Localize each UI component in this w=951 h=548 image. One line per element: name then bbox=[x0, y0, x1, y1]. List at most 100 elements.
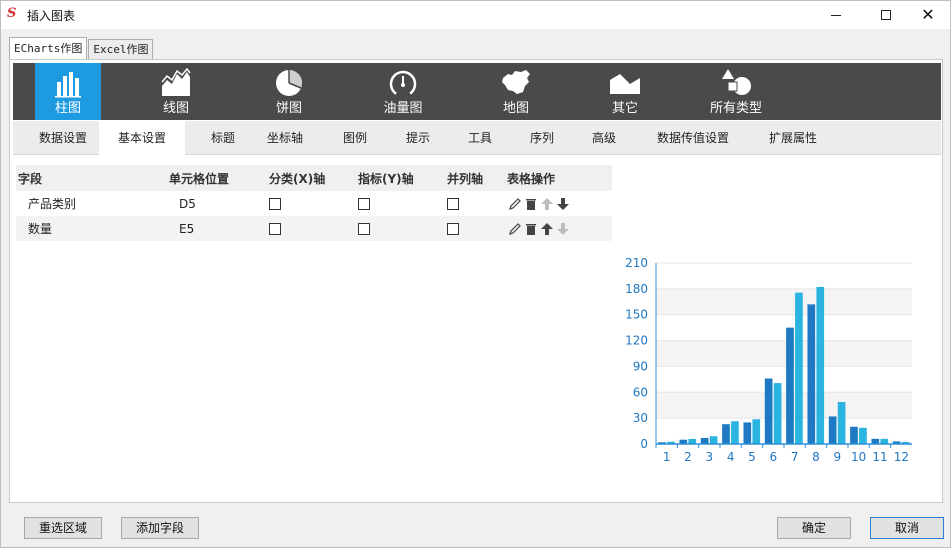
chart-type-label: 油量图 bbox=[383, 101, 423, 116]
dialog-content: ECharts作图 Excel作图 柱图 线图 饼图 油量图 地图 其它 所有类… bbox=[9, 37, 943, 503]
bar-chart: 03060901201501802101 2 3 4 5 6 7 8 9 10 11 12 bbox=[625, 256, 912, 464]
chart-type-bar[interactable]: 柱图 bbox=[35, 63, 101, 120]
bar bbox=[709, 436, 718, 444]
tab-series[interactable]: 序列 bbox=[520, 121, 564, 155]
y-axis-checkbox[interactable] bbox=[358, 197, 370, 210]
minimize-icon bbox=[831, 14, 841, 16]
y-tick-label: 90 bbox=[633, 359, 648, 373]
title-bar: S 插入图表 ✕ bbox=[1, 1, 950, 29]
grid-band bbox=[656, 392, 912, 419]
maximize-button[interactable] bbox=[863, 1, 909, 29]
chart-type-line[interactable]: 线图 bbox=[143, 63, 209, 120]
delete-icon[interactable] bbox=[524, 197, 538, 211]
bar bbox=[816, 286, 825, 444]
bar bbox=[752, 419, 761, 444]
settings-panel: 柱图 线图 饼图 油量图 地图 其它 所有类型 数据设置 基本设置 标题 坐标轴… bbox=[9, 59, 943, 503]
add-field-button[interactable]: 添加字段 bbox=[121, 517, 199, 539]
area-icon bbox=[610, 74, 640, 94]
grid-band bbox=[656, 288, 912, 315]
line-chart-icon bbox=[161, 68, 191, 96]
delete-icon[interactable] bbox=[524, 222, 538, 236]
tab-advanced[interactable]: 高级 bbox=[582, 121, 626, 155]
bar bbox=[850, 426, 858, 444]
reselect-range-button[interactable]: 重选区域 bbox=[24, 517, 102, 539]
field-name: 产品类别 bbox=[28, 197, 77, 211]
edit-icon[interactable] bbox=[508, 222, 522, 236]
ok-button[interactable]: 确定 bbox=[777, 517, 851, 539]
tab-basic-settings[interactable]: 基本设置 bbox=[99, 121, 185, 155]
tab-tooltip[interactable]: 提示 bbox=[396, 121, 440, 155]
tab-axis[interactable]: 坐标轴 bbox=[248, 121, 322, 155]
bar bbox=[871, 438, 880, 444]
chart-type-pie[interactable]: 饼图 bbox=[256, 63, 322, 120]
chart-type-toolbar: 柱图 线图 饼图 油量图 地图 其它 所有类型 bbox=[13, 63, 941, 120]
minimize-button[interactable] bbox=[813, 1, 859, 29]
bar bbox=[880, 438, 889, 444]
header-y-axis: 指标(Y)轴 bbox=[358, 171, 414, 186]
cancel-button[interactable]: 取消 bbox=[870, 517, 944, 539]
bar bbox=[764, 378, 773, 444]
chart-type-label: 线图 bbox=[162, 101, 189, 116]
x-tick-label: 5 bbox=[748, 450, 756, 464]
field-grid: 字段 单元格位置 分类(X)轴 指标(Y)轴 并列轴 表格操作 产品类别 D5 bbox=[16, 165, 612, 241]
app-logo-icon: S bbox=[7, 6, 17, 21]
chart-type-all[interactable]: 所有类型 bbox=[696, 63, 776, 120]
x-tick-label: 3 bbox=[706, 450, 714, 464]
tab-extended-props[interactable]: 扩展属性 bbox=[753, 121, 833, 155]
tab-tools[interactable]: 工具 bbox=[458, 121, 502, 155]
bar bbox=[731, 421, 739, 444]
x-tick-label: 4 bbox=[727, 450, 735, 464]
chart-preview: 0 30 60 90 120 150 180 210 1 2 3 4 5 6 7 8 9 10 11 12 bbox=[616, 243, 916, 473]
gauge-icon bbox=[389, 70, 417, 98]
y-tick-label: 120 bbox=[625, 334, 648, 348]
x-tick-label: 12 bbox=[894, 450, 909, 464]
pie-chart-icon bbox=[276, 70, 302, 96]
x-tick-label: 6 bbox=[770, 450, 778, 464]
y-tick-label: 0 bbox=[640, 437, 648, 451]
header-x-axis: 分类(X)轴 bbox=[269, 171, 326, 186]
x-axis-checkbox[interactable] bbox=[269, 197, 281, 210]
move-up-icon[interactable] bbox=[540, 197, 554, 211]
x-tick-label: 2 bbox=[684, 450, 692, 464]
y-tick-label: 30 bbox=[633, 411, 648, 425]
settings-tab-bar: 数据设置 基本设置 标题 坐标轴 图例 提示 工具 序列 高级 数据传值设置 扩… bbox=[13, 121, 941, 155]
chart-type-gauge[interactable]: 油量图 bbox=[367, 63, 439, 120]
map-icon bbox=[502, 70, 530, 94]
cell-position: D5 bbox=[179, 196, 196, 211]
x-axis-checkbox[interactable] bbox=[269, 222, 281, 235]
x-tick-label: 7 bbox=[791, 450, 799, 464]
tab-data-passing[interactable]: 数据传值设置 bbox=[643, 121, 743, 155]
y-tick-label: 210 bbox=[625, 256, 648, 270]
chart-type-label: 所有类型 bbox=[709, 101, 762, 116]
table-row: 产品类别 D5 bbox=[16, 191, 612, 216]
bar bbox=[773, 383, 782, 444]
header-operations: 表格操作 bbox=[507, 171, 556, 186]
tab-echarts[interactable]: ECharts作图 bbox=[9, 37, 88, 59]
bar bbox=[795, 292, 803, 444]
top-tab-bar: ECharts作图 Excel作图 bbox=[9, 37, 154, 59]
move-up-icon[interactable] bbox=[540, 222, 554, 236]
chart-type-label: 其它 bbox=[611, 101, 638, 116]
chart-type-map[interactable]: 地图 bbox=[483, 63, 549, 120]
table-row: 数量 E5 bbox=[16, 216, 612, 241]
bar bbox=[688, 438, 697, 444]
bar bbox=[722, 424, 730, 444]
cell-position: E5 bbox=[179, 221, 195, 236]
field-name: 数量 bbox=[28, 222, 53, 236]
bar bbox=[743, 422, 752, 444]
close-button[interactable]: ✕ bbox=[905, 1, 951, 29]
bar bbox=[807, 304, 816, 444]
edit-icon[interactable] bbox=[508, 197, 522, 211]
x-tick-label: 8 bbox=[812, 450, 820, 464]
tab-excel[interactable]: Excel作图 bbox=[88, 39, 154, 59]
series-axis-checkbox[interactable] bbox=[447, 197, 459, 210]
series-axis-checkbox[interactable] bbox=[447, 222, 459, 235]
tab-title[interactable]: 标题 bbox=[193, 121, 253, 155]
tab-legend[interactable]: 图例 bbox=[333, 121, 377, 155]
move-down-icon[interactable] bbox=[556, 222, 570, 236]
move-down-icon[interactable] bbox=[556, 197, 570, 211]
y-axis-checkbox[interactable] bbox=[358, 222, 370, 235]
tab-data-settings[interactable]: 数据设置 bbox=[23, 121, 103, 155]
header-series-axis: 并列轴 bbox=[447, 171, 484, 186]
chart-type-other[interactable]: 其它 bbox=[592, 63, 658, 120]
